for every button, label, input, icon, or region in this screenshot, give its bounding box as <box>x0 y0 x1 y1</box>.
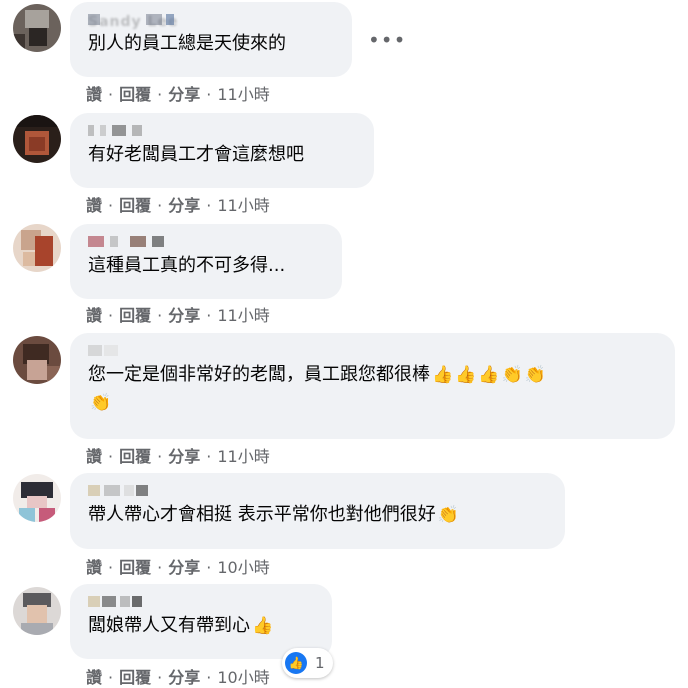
like-icon: 👍 <box>285 652 307 674</box>
avatar[interactable] <box>13 224 61 272</box>
comment-actions: 讚 · 回覆 · 分享 · 10小時 <box>86 558 270 577</box>
commenter-name[interactable] <box>88 481 551 499</box>
share-link[interactable]: 分享 <box>168 85 200 104</box>
comment-text: 別人的員工總是天使來的 <box>88 33 286 54</box>
like-link[interactable]: 讚 <box>86 558 102 577</box>
reply-link[interactable]: 回覆 <box>119 558 151 577</box>
commenter-name[interactable] <box>88 121 360 139</box>
comment-bubble: 帶人帶心才會相挺 表示平常你也對他們很好 👏 <box>70 473 565 549</box>
more-options-icon[interactable]: ••• <box>368 28 406 52</box>
comment-text: 有好老闆員工才會這麼想吧 <box>88 144 304 165</box>
clapping-hands-icon: 👏 <box>524 365 546 385</box>
commenter-name[interactable] <box>88 341 661 359</box>
thumbs-up-icon: 👍 <box>432 365 454 385</box>
share-link[interactable]: 分享 <box>168 447 200 466</box>
like-link[interactable]: 讚 <box>86 85 102 104</box>
avatar[interactable] <box>13 474 61 522</box>
like-link[interactable]: 讚 <box>86 196 102 215</box>
commenter-name[interactable]: Sandy Lee <box>88 10 338 30</box>
reply-link[interactable]: 回覆 <box>119 447 151 466</box>
like-link[interactable]: 讚 <box>86 306 102 325</box>
comment-actions: 讚 · 回覆 · 分享 · 11小時 <box>86 85 270 104</box>
commenter-name[interactable] <box>88 232 328 250</box>
comment-text: 您一定是個非常好的老闆，員工跟您都很棒 👍 👍 👍 👏 👏 👏 <box>88 364 546 413</box>
clapping-hands-icon: 👏 <box>501 365 523 385</box>
avatar[interactable] <box>13 336 61 384</box>
share-link[interactable]: 分享 <box>168 668 200 687</box>
timestamp[interactable]: 10小時 <box>217 558 269 577</box>
comment-actions: 讚 · 回覆 · 分享 · 11小時 <box>86 447 270 466</box>
comment-text: 闆娘帶人又有帶到心 👍 <box>88 615 274 636</box>
comment-bubble: 這種員工真的不可多得... <box>70 224 342 299</box>
comment-bubble: 有好老闆員工才會這麼想吧 <box>70 113 374 188</box>
timestamp[interactable]: 11小時 <box>217 196 269 215</box>
reply-link[interactable]: 回覆 <box>119 196 151 215</box>
share-link[interactable]: 分享 <box>168 558 200 577</box>
thumbs-up-icon: 👍 <box>455 365 477 385</box>
like-link[interactable]: 讚 <box>86 447 102 466</box>
comment-bubble: Sandy Lee 別人的員工總是天使來的 <box>70 2 352 77</box>
comment-actions: 讚 · 回覆 · 分享 · 10小時 <box>86 668 270 687</box>
reply-link[interactable]: 回覆 <box>119 668 151 687</box>
timestamp[interactable]: 11小時 <box>217 306 269 325</box>
clapping-hands-icon: 👏 <box>90 393 112 413</box>
comment-text: 帶人帶心才會相挺 表示平常你也對他們很好 👏 <box>88 504 459 525</box>
reply-link[interactable]: 回覆 <box>119 306 151 325</box>
clapping-hands-icon: 👏 <box>437 505 459 525</box>
avatar[interactable] <box>13 587 61 635</box>
comment-actions: 讚 · 回覆 · 分享 · 11小時 <box>86 306 270 325</box>
comment-text: 這種員工真的不可多得... <box>88 255 286 276</box>
comment-actions: 讚 · 回覆 · 分享 · 11小時 <box>86 196 270 215</box>
timestamp[interactable]: 10小時 <box>217 668 269 687</box>
reaction-summary[interactable]: 👍 1 <box>282 648 333 678</box>
thumbs-up-icon: 👍 <box>252 616 274 636</box>
share-link[interactable]: 分享 <box>168 306 200 325</box>
thumbs-up-icon: 👍 <box>478 365 500 385</box>
timestamp[interactable]: 11小時 <box>217 447 269 466</box>
timestamp[interactable]: 11小時 <box>217 85 269 104</box>
avatar[interactable] <box>13 115 61 163</box>
reply-link[interactable]: 回覆 <box>119 85 151 104</box>
like-link[interactable]: 讚 <box>86 668 102 687</box>
commenter-name-text[interactable]: Sandy Lee <box>88 14 178 30</box>
commenter-name[interactable] <box>88 592 318 610</box>
share-link[interactable]: 分享 <box>168 196 200 215</box>
avatar[interactable] <box>13 4 61 52</box>
comment-bubble: 您一定是個非常好的老闆，員工跟您都很棒 👍 👍 👍 👏 👏 👏 <box>70 333 675 439</box>
reaction-count: 1 <box>315 654 325 672</box>
